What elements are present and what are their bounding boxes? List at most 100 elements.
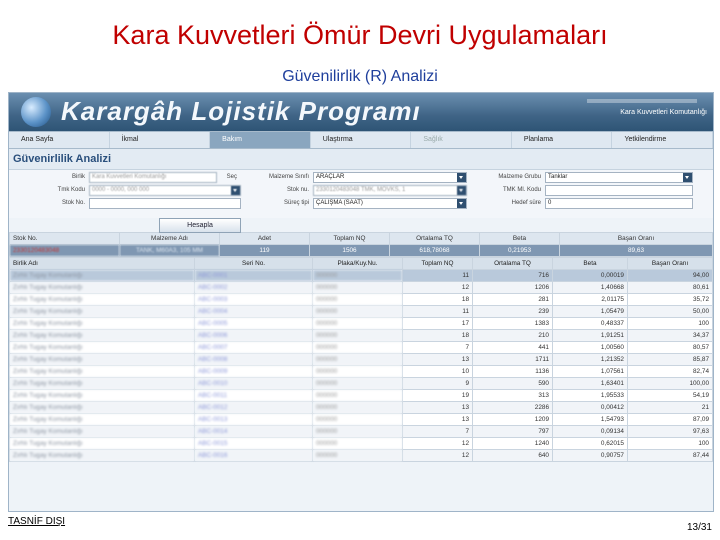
detail-seri[interactable]: ABC-0015 <box>194 437 313 450</box>
detail-seri[interactable]: ABC-0007 <box>194 341 313 354</box>
detail-seri[interactable]: ABC-0012 <box>194 401 313 414</box>
table-row[interactable]: Zırhlı Tugay Komutanlığı ABC-0007 000000 7 4… <box>9 341 713 354</box>
menu-item-transport[interactable]: Ulaştırma <box>311 132 412 148</box>
stoknu-label: Stok nu. <box>286 187 309 193</box>
app-title: Karargâh Lojistik Programı <box>61 96 421 126</box>
summary-header-tq[interactable]: Ortalama TQ <box>389 232 480 245</box>
table-row[interactable]: Zırhlı Tugay Komutanlığı ABC-0001 000000 11… <box>9 269 713 282</box>
detail-seri[interactable]: ABC-0010 <box>194 377 313 390</box>
menu-item-supply[interactable]: İkmal <box>110 132 211 148</box>
detail-seri[interactable]: ABC-0004 <box>194 305 313 318</box>
chevron-down-icon[interactable] <box>457 173 466 182</box>
detail-header-plaka[interactable]: Plaka/Kuy.Nu. <box>312 257 403 270</box>
stoknu-select[interactable]: 2330120483048 TMK, MOVKS, 1 <box>313 185 467 196</box>
table-row[interactable]: Zırhlı Tugay Komutanlığı ABC-0008 000000 13… <box>9 353 713 366</box>
detail-header-tq[interactable]: Ortalama TQ <box>472 257 553 270</box>
table-row[interactable]: Zırhlı Tugay Komutanlığı ABC-0002 000000 12… <box>9 281 713 294</box>
detail-tq: 313 <box>472 389 553 402</box>
malzeme-grubu-select[interactable]: Tanklar <box>545 172 693 183</box>
detail-plaka: 000000 <box>312 341 403 354</box>
detail-oran: 50,00 <box>627 305 713 318</box>
summary-header-adet[interactable]: Adet <box>219 232 310 245</box>
chevron-down-icon[interactable] <box>231 186 240 195</box>
detail-body: Zırhlı Tugay Komutanlığı ABC-0001 000000 11… <box>9 269 713 462</box>
detail-seri[interactable]: ABC-0006 <box>194 329 313 342</box>
detail-seri[interactable]: ABC-0014 <box>194 425 313 438</box>
detail-beta: 2,01175 <box>552 293 628 306</box>
detail-seri[interactable]: ABC-0011 <box>194 389 313 402</box>
summary-beta: 0,21953 <box>479 244 560 257</box>
detail-plaka: 000000 <box>312 269 403 282</box>
detail-header-seri[interactable]: Seri No. <box>194 257 313 270</box>
table-row[interactable]: Zırhlı Tugay Komutanlığı ABC-0003 000000 18… <box>9 293 713 306</box>
table-row[interactable]: Zırhlı Tugay Komutanlığı ABC-0012 000000 13… <box>9 401 713 414</box>
detail-seri[interactable]: ABC-0005 <box>194 317 313 330</box>
summary-row[interactable]: 2330120483048 TANK, M60A3, 105 MM 119 15… <box>9 244 713 257</box>
detail-seri[interactable]: ABC-0002 <box>194 281 313 294</box>
hedef-field[interactable]: 0 <box>545 198 693 209</box>
detail-seri[interactable]: ABC-0008 <box>194 353 313 366</box>
chevron-down-icon[interactable] <box>457 199 466 208</box>
detail-birlik: Zırhlı Tugay Komutanlığı <box>9 413 195 426</box>
detail-header-oran[interactable]: Başarı Oranı <box>627 257 713 270</box>
detail-seri[interactable]: ABC-0016 <box>194 449 313 462</box>
detail-seri[interactable]: ABC-0009 <box>194 365 313 378</box>
detail-header-nq[interactable]: Toplam NQ <box>402 257 473 270</box>
summary-stok-link[interactable]: 2330120483048 <box>9 244 120 257</box>
detail-beta: 0,00412 <box>552 401 628 414</box>
summary-adet: 119 <box>219 244 310 257</box>
table-row[interactable]: Zırhlı Tugay Komutanlığı ABC-0010 000000 9 5… <box>9 377 713 390</box>
table-row[interactable]: Zırhlı Tugay Komutanlığı ABC-0013 000000 13… <box>9 413 713 426</box>
stok-field[interactable] <box>89 198 241 209</box>
menu-item-health[interactable]: Sağlık <box>411 132 512 148</box>
detail-plaka: 000000 <box>312 365 403 378</box>
detail-tq: 1136 <box>472 365 553 378</box>
app-banner: Karargâh Lojistik Programı Kara Kuvvetle… <box>9 93 713 131</box>
table-row[interactable]: Zırhlı Tugay Komutanlığı ABC-0009 000000 10… <box>9 365 713 378</box>
table-row[interactable]: Zırhlı Tugay Komutanlığı ABC-0015 000000 12… <box>9 437 713 450</box>
surec-select[interactable]: ÇALIŞMA (SAAT) <box>313 198 467 209</box>
slide-title: Kara Kuvvetleri Ömür Devri Uygulamaları <box>112 20 608 50</box>
malzeme-sinifi-select[interactable]: ARAÇLAR <box>313 172 467 183</box>
tmk-ml-field[interactable] <box>545 185 693 196</box>
summary-header-beta[interactable]: Beta <box>479 232 560 245</box>
summary-header-stok[interactable]: Stok No. <box>9 232 120 245</box>
detail-plaka: 000000 <box>312 293 403 306</box>
menu-item-authorization[interactable]: Yetkilendirme <box>612 132 713 148</box>
select-link[interactable]: Seç <box>189 174 237 180</box>
summary-header-oran[interactable]: Başarı Oranı <box>559 232 713 245</box>
menu-item-maintenance[interactable]: Bakım <box>210 132 311 148</box>
detail-plaka: 000000 <box>312 401 403 414</box>
detail-seri[interactable]: ABC-0003 <box>194 293 313 306</box>
detail-plaka: 000000 <box>312 353 403 366</box>
table-row[interactable]: Zırhlı Tugay Komutanlığı ABC-0005 000000 17… <box>9 317 713 330</box>
table-row[interactable]: Zırhlı Tugay Komutanlığı ABC-0016 000000 12… <box>9 449 713 462</box>
menu-item-home[interactable]: Ana Sayfa <box>9 132 110 148</box>
detail-tq: 716 <box>472 269 553 282</box>
detail-header-beta[interactable]: Beta <box>552 257 628 270</box>
malzeme-sinifi-label: Malzeme Sınıfı <box>268 174 309 180</box>
tmk-ml-label: TMK Ml. Kodu <box>502 187 541 193</box>
chevron-down-icon[interactable] <box>683 173 692 182</box>
detail-seri[interactable]: ABC-0001 <box>194 269 313 282</box>
detail-tq: 640 <box>472 449 553 462</box>
menu-item-planning[interactable]: Planlama <box>512 132 613 148</box>
detail-beta: 1,07561 <box>552 365 628 378</box>
calculate-button[interactable]: Hesapla <box>159 218 241 233</box>
detail-plaka: 000000 <box>312 389 403 402</box>
detail-plaka: 000000 <box>312 449 403 462</box>
table-row[interactable]: Zırhlı Tugay Komutanlığı ABC-0011 000000 19… <box>9 389 713 402</box>
detail-beta: 0,62015 <box>552 437 628 450</box>
detail-header-birlik[interactable]: Birlik Adı <box>9 257 195 270</box>
table-row[interactable]: Zırhlı Tugay Komutanlığı ABC-0014 000000 7 7… <box>9 425 713 438</box>
summary-header-nq[interactable]: Toplam NQ <box>309 232 390 245</box>
detail-seri[interactable]: ABC-0013 <box>194 413 313 426</box>
tmk-select[interactable]: 0000 - 0000, 000 000 <box>89 185 241 196</box>
summary-header-malzeme[interactable]: Malzeme Adı <box>119 232 220 245</box>
detail-birlik: Zırhlı Tugay Komutanlığı <box>9 305 195 318</box>
chevron-down-icon[interactable] <box>457 186 466 195</box>
detail-tq: 239 <box>472 305 553 318</box>
table-row[interactable]: Zırhlı Tugay Komutanlığı ABC-0006 000000 18… <box>9 329 713 342</box>
detail-table: Birlik Adı Seri No. Plaka/Kuy.Nu. Toplam… <box>9 257 713 462</box>
table-row[interactable]: Zırhlı Tugay Komutanlığı ABC-0004 000000 11… <box>9 305 713 318</box>
